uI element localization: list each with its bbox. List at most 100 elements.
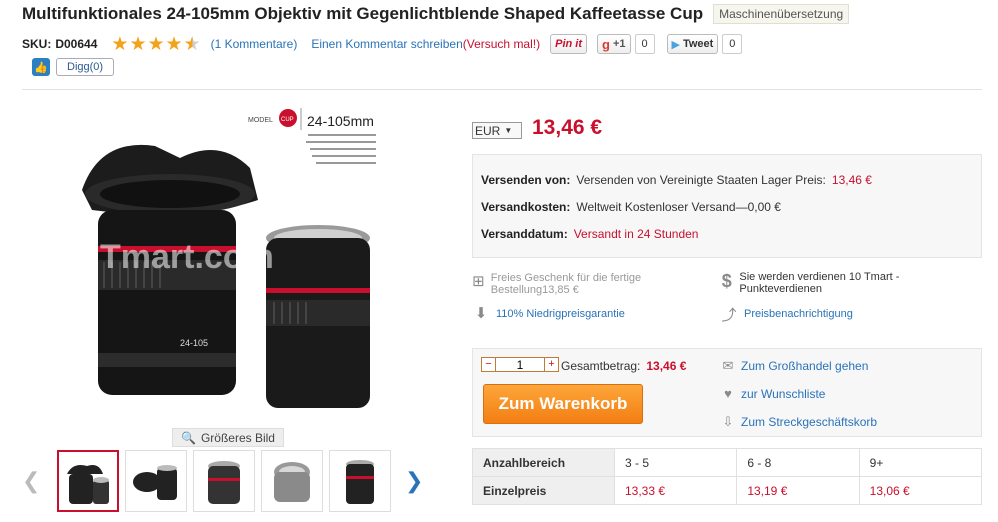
- main-product-image[interactable]: MODEL CUP 24-105mm 24-105 Tmart.com: [60, 98, 400, 420]
- tier-price-table: Anzahlbereich 3 - 5 6 - 8 9+ Einzelpreis…: [472, 448, 983, 505]
- comments-link[interactable]: (1 Kommentare): [211, 37, 298, 51]
- title-row: Multifunktionales 24-105mm Objektiv mit …: [22, 4, 850, 24]
- quantity-stepper: − +: [481, 357, 559, 372]
- heart-icon: ♥: [724, 386, 732, 401]
- unit-price-cell: 13,06 €: [858, 476, 983, 505]
- chevron-down-icon: ▼: [504, 126, 513, 135]
- range-cell: 9+: [858, 448, 983, 477]
- add-to-cart-button[interactable]: Zum Warenkorb: [483, 384, 643, 424]
- ship-cost-label: Versandkosten:: [481, 200, 571, 214]
- table-row: Anzahlbereich 3 - 5 6 - 8 9+: [472, 448, 983, 477]
- points-feature: $ Sie werden verdienen 10 Tmart -Punktev…: [720, 271, 920, 295]
- pinit-button[interactable]: Pin it: [550, 34, 587, 54]
- zoom-icon: 🔍: [181, 430, 196, 445]
- write-comment-link[interactable]: Einen Kommentar schreiben: [311, 37, 462, 51]
- range-header: Anzahlbereich: [472, 448, 615, 477]
- unit-price-cell: 13,33 €: [613, 476, 738, 505]
- gplus-button[interactable]: g +1: [597, 34, 631, 54]
- ship-date-value: Versandt in 24 Stunden: [573, 227, 699, 241]
- meta-row: SKU: D00644 ★ ★ ★ ★ ★ (1 Kommentare) Ein…: [22, 34, 743, 54]
- thumbs-up-icon[interactable]: 👍: [32, 58, 50, 76]
- gift-icon: ⊞: [472, 273, 485, 290]
- star-icon: ★: [165, 33, 183, 55]
- try-it-link[interactable]: (Versuch mal!): [463, 37, 540, 51]
- price-alert-feature[interactable]: ⤴ Preisbenachrichtigung: [720, 304, 853, 325]
- unit-price-header: Einzelpreis: [472, 476, 615, 505]
- ship-date-row: Versanddatum: Versandt in 24 Stunden: [481, 227, 973, 254]
- currency-value: EUR: [475, 123, 501, 138]
- wishlist-link[interactable]: zur Wunschliste: [741, 387, 825, 401]
- tweet-button[interactable]: ▶ Tweet: [666, 34, 719, 54]
- thumbnail[interactable]: [261, 450, 323, 512]
- ship-date-label: Versanddatum:: [481, 227, 568, 241]
- qty-minus-button[interactable]: −: [481, 357, 496, 372]
- star-icon: ★: [147, 33, 165, 55]
- currency-select[interactable]: EUR ▼: [472, 122, 522, 139]
- thumbnail-strip: [57, 450, 391, 512]
- ship-from-price: 13,46 €: [831, 173, 872, 187]
- product-price: 13,46 €: [532, 116, 603, 139]
- ship-cost-row: Versandkosten: Weltweit Kostenloser Vers…: [481, 200, 973, 227]
- download-icon: ⇩: [722, 414, 734, 429]
- image-title: 24-105mm: [307, 113, 374, 129]
- header-divider: [22, 89, 982, 90]
- thumbnail[interactable]: [193, 450, 255, 512]
- image-watermark: Tmart.com: [100, 238, 274, 276]
- envelope-icon: ✉: [722, 358, 734, 373]
- digg-row: 👍 Digg(0): [32, 58, 115, 76]
- model-label: MODEL: [248, 117, 273, 124]
- star-icon: ★: [111, 33, 129, 55]
- thumb-prev-arrow-icon[interactable]: ❮: [22, 468, 40, 494]
- ship-cost-value: Weltweit Kostenloser Versand—0,00 €: [576, 200, 781, 214]
- range-cell: 3 - 5: [613, 448, 738, 477]
- gplus-icon: g: [602, 36, 610, 52]
- buy-box: − + Gesamtbetrag: 13,46 € Zum Warenkorb ✉…: [472, 348, 982, 437]
- chart-trend-icon: ⤴: [721, 307, 737, 324]
- digg-button[interactable]: Digg(0): [56, 58, 115, 76]
- bigger-image-button[interactable]: 🔍 Größeres Bild: [172, 428, 284, 447]
- dropship-link[interactable]: Zum Streckgeschäftskorb: [741, 415, 877, 429]
- dollar-icon: $: [721, 271, 732, 291]
- ship-from-value: Versenden von Vereinigte Staaten Lager P…: [576, 173, 826, 187]
- thumb-next-arrow-icon[interactable]: ❯: [405, 468, 423, 494]
- ship-from-label: Versenden von:: [481, 173, 571, 187]
- thumbnail[interactable]: [329, 450, 391, 512]
- tweet-count: 0: [722, 34, 743, 54]
- quantity-input[interactable]: [496, 357, 544, 372]
- unit-price-cell: 13,19 €: [736, 476, 860, 505]
- total-label: Gesamtbetrag:: [561, 359, 641, 373]
- tweet-label: Tweet: [682, 38, 714, 50]
- total-amount: Gesamtbetrag: 13,46 €: [561, 359, 686, 373]
- bigger-image-label: Größeres Bild: [200, 430, 275, 445]
- table-row: Einzelpreis 13,33 € 13,19 € 13,06 €: [472, 476, 983, 505]
- gplus-count: 0: [634, 34, 655, 54]
- qty-plus-button[interactable]: +: [544, 357, 559, 372]
- sku-value: D00644: [55, 37, 98, 51]
- star-icon: ★: [129, 33, 147, 55]
- free-gift-text: Freies Geschenk für die fertige Bestellu…: [490, 272, 642, 296]
- machine-translation-badge: Maschinenübersetzung: [713, 4, 850, 24]
- sku-label: SKU:: [22, 37, 52, 51]
- thumbnail[interactable]: [125, 450, 187, 512]
- price-alert-link[interactable]: Preisbenachrichtigung: [744, 304, 853, 324]
- rating-stars: ★ ★ ★ ★ ★: [111, 35, 200, 54]
- wholesale-link[interactable]: Zum Großhandel gehen: [741, 359, 868, 373]
- product-title: Multifunktionales 24-105mm Objektiv mit …: [22, 4, 704, 23]
- dropship-link-row[interactable]: ⇩ Zum Streckgeschäftskorb: [721, 414, 878, 430]
- thumbnail[interactable]: [57, 450, 119, 512]
- wholesale-link-row[interactable]: ✉ Zum Großhandel gehen: [721, 358, 869, 374]
- gplus-label: +1: [612, 38, 626, 50]
- svg-text:24-105: 24-105: [180, 338, 208, 348]
- range-cell: 6 - 8: [736, 448, 860, 477]
- shipping-info-box: Versenden von: Versenden von Vereinigte …: [472, 154, 982, 258]
- twitter-bird-icon: ▶: [671, 38, 680, 51]
- half-star-icon: ★: [183, 33, 201, 55]
- points-text: Sie werden verdienen 10 Tmart -Punktever…: [739, 271, 900, 295]
- down-arrow-icon: ⬇: [474, 305, 488, 322]
- free-gift-feature: ⊞ Freies Geschenk für die fertige Bestel…: [472, 272, 662, 296]
- guarantee-feature[interactable]: ⬇ 110% Niedrigpreisgarantie: [472, 304, 625, 324]
- cup-label: CUP: [281, 117, 294, 123]
- total-value: 13,46 €: [646, 359, 687, 373]
- guarantee-link[interactable]: 110% Niedrigpreisgarantie: [496, 304, 625, 324]
- wishlist-link-row[interactable]: ♥ zur Wunschliste: [721, 386, 825, 401]
